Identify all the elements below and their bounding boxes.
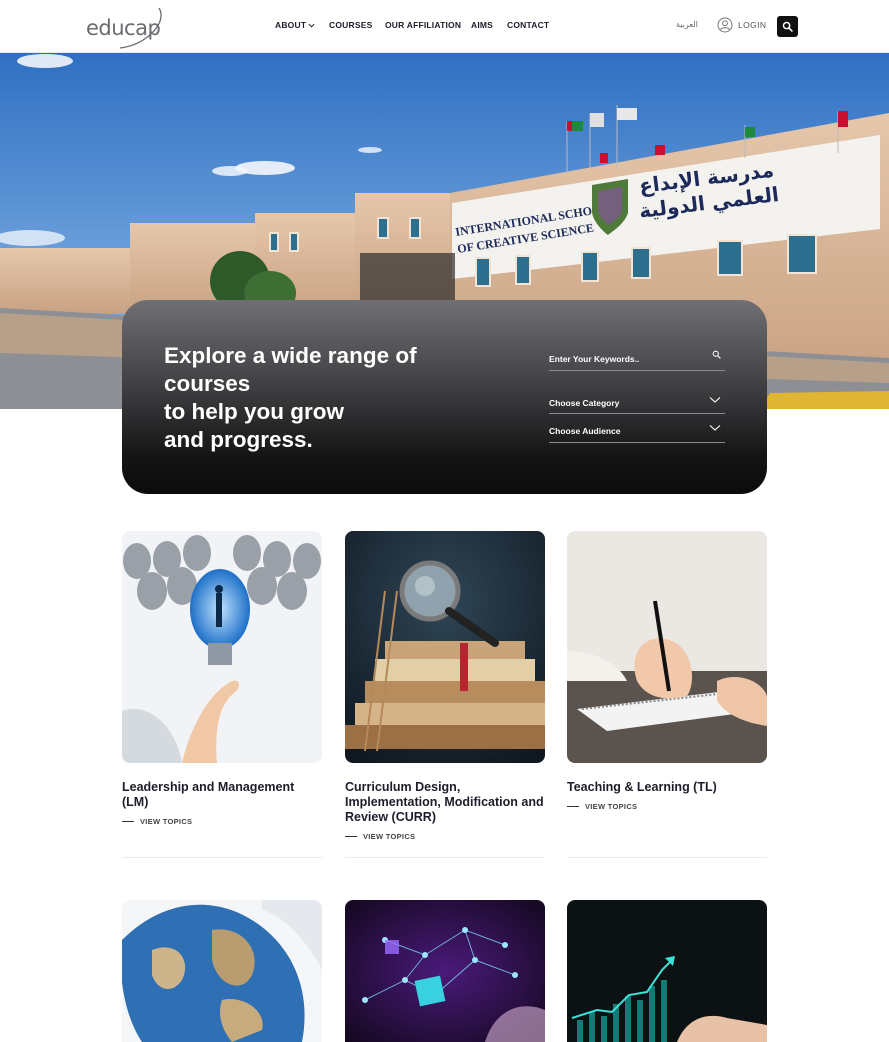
view-topics-label: VIEW TOPICS: [363, 832, 416, 841]
panel-heading-line: Explore a wide range of: [164, 343, 417, 368]
lightbulb-icon: [122, 531, 322, 763]
course-image[interactable]: [122, 900, 322, 1042]
nav-our-affiliation[interactable]: OUR AFFILIATION: [385, 20, 461, 30]
course-card-lm[interactable]: Leadership and Management (LM) VIEW TOPI…: [122, 531, 322, 826]
digital-network-icon: [345, 900, 545, 1042]
keyword-input[interactable]: [549, 354, 699, 364]
nav-about[interactable]: ABOUT: [275, 20, 315, 30]
view-topics-label: VIEW TOPICS: [140, 817, 193, 826]
globe-hands-icon: [122, 900, 322, 1042]
login-button[interactable]: LOGIN: [717, 17, 766, 33]
view-topics-label: VIEW TOPICS: [585, 802, 638, 811]
course-title[interactable]: Curriculum Design, Implementation, Modif…: [345, 780, 545, 825]
panel-heading-line: and progress.: [164, 427, 313, 452]
nav-aims[interactable]: AIMS: [471, 20, 493, 30]
logo-swoosh-icon: [119, 7, 162, 49]
dash-icon: [567, 805, 579, 808]
magnifier-books-icon: [345, 531, 545, 763]
dash-icon: [122, 820, 134, 823]
course-image[interactable]: [567, 900, 767, 1042]
course-card-tl[interactable]: Teaching & Learning (TL) VIEW TOPICS: [567, 531, 767, 811]
course-card[interactable]: [122, 900, 322, 1042]
writing-hand-icon: [567, 531, 767, 763]
course-image[interactable]: [567, 531, 767, 763]
panel-heading: Explore a wide range of courses to help …: [164, 342, 464, 454]
course-image[interactable]: [122, 531, 322, 763]
panel-heading-line: courses: [164, 371, 251, 396]
course-card[interactable]: [345, 900, 545, 1042]
nav-contact[interactable]: CONTACT: [507, 20, 549, 30]
course-image[interactable]: [345, 900, 545, 1042]
course-card-curr[interactable]: Curriculum Design, Implementation, Modif…: [345, 531, 545, 841]
view-topics-link[interactable]: VIEW TOPICS: [345, 832, 545, 841]
login-label: LOGIN: [738, 20, 767, 30]
search-icon[interactable]: [712, 350, 721, 359]
language-switch[interactable]: العربية: [676, 20, 698, 29]
chevron-down-icon: [709, 425, 721, 431]
category-select[interactable]: Choose Category: [549, 393, 725, 414]
card-divider: [345, 857, 545, 858]
panel-heading-line: to help you grow: [164, 399, 344, 424]
nav-about-label: ABOUT: [275, 20, 307, 30]
keyword-field[interactable]: [549, 349, 725, 371]
course-image[interactable]: [345, 531, 545, 763]
educap-logo[interactable]: educap: [86, 6, 166, 49]
card-divider: [567, 857, 767, 858]
nav-courses[interactable]: COURSES: [329, 20, 372, 30]
header-search-button[interactable]: [777, 16, 798, 37]
view-topics-link[interactable]: VIEW TOPICS: [567, 802, 767, 811]
search-icon: [782, 21, 793, 32]
category-label: Choose Category: [549, 398, 620, 408]
course-title[interactable]: Leadership and Management (LM): [122, 780, 322, 810]
chevron-down-icon: [709, 397, 721, 403]
site-header: educap ABOUT COURSES OUR AFFILIATION AIM…: [0, 0, 889, 53]
course-card[interactable]: [567, 900, 767, 1042]
card-divider: [122, 857, 322, 858]
view-topics-link[interactable]: VIEW TOPICS: [122, 817, 322, 826]
chevron-down-icon: [308, 23, 315, 28]
dash-icon: [345, 835, 357, 838]
audience-select[interactable]: Choose Audience: [549, 421, 725, 443]
growth-chart-icon: [567, 900, 767, 1042]
course-title[interactable]: Teaching & Learning (TL): [567, 780, 767, 795]
user-icon: [717, 17, 733, 33]
audience-label: Choose Audience: [549, 426, 621, 436]
course-search-panel: Explore a wide range of courses to help …: [122, 300, 767, 494]
